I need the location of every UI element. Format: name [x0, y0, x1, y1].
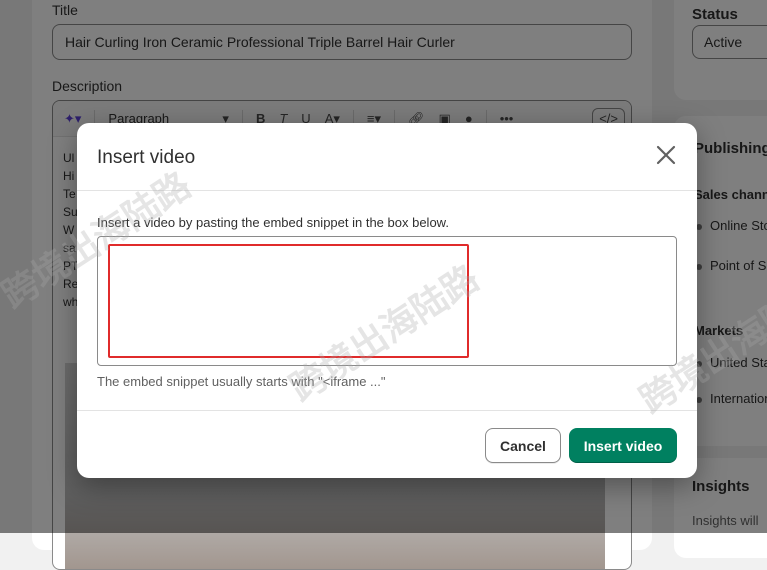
cancel-button[interactable]: Cancel: [485, 428, 561, 463]
close-icon: [656, 145, 676, 165]
modal-description: Insert a video by pasting the embed snip…: [97, 215, 449, 230]
footer-divider: [77, 410, 697, 411]
modal-header: Insert video: [77, 123, 697, 191]
insert-video-button[interactable]: Insert video: [569, 428, 677, 463]
insert-video-modal: Insert video Insert a video by pasting t…: [77, 123, 697, 478]
embed-help-text: The embed snippet usually starts with "<…: [97, 374, 386, 389]
modal-title: Insert video: [97, 147, 196, 168]
embed-snippet-textarea[interactable]: [97, 236, 677, 366]
close-button[interactable]: [651, 140, 681, 170]
